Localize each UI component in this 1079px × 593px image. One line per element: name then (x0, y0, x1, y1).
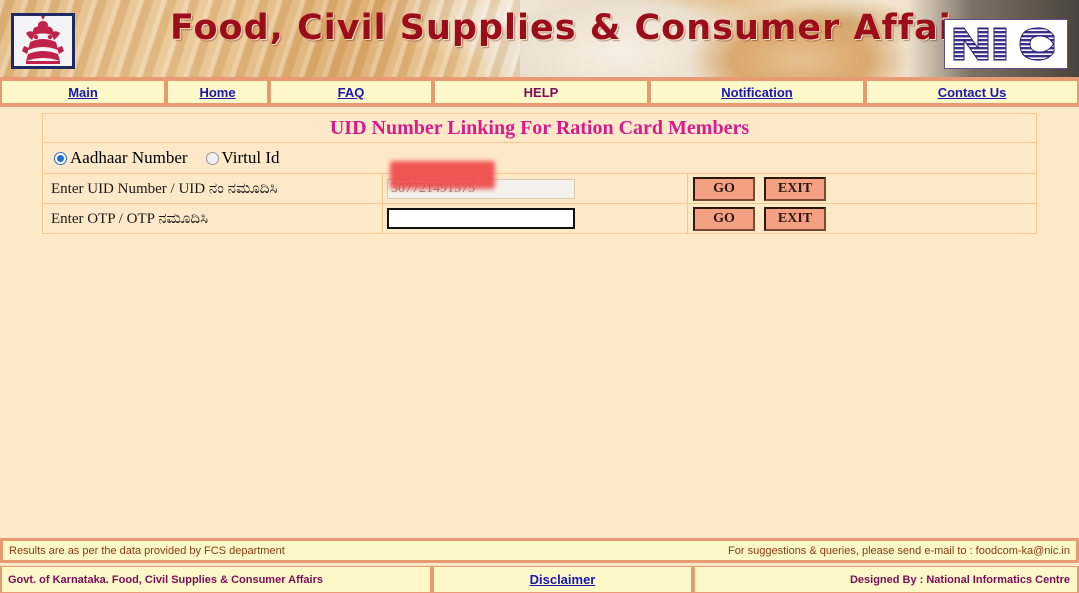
footer-designed-by: Designed By : National Informatics Centr… (693, 566, 1079, 593)
page-title: UID Number Linking For Ration Card Membe… (329, 116, 750, 139)
otp-input-cell (383, 204, 688, 233)
otp-go-button[interactable]: GO (693, 206, 755, 231)
footer-note-right: For suggestions & queries, please send e… (728, 544, 1070, 557)
footer-bar: Govt. of Karnataka. Food, Civil Supplies… (0, 566, 1079, 593)
nav-item-help[interactable]: HELP (433, 80, 649, 104)
main-navigation: Main Home FAQ HELP Notification Contact … (0, 80, 1079, 107)
footer-org-name: Govt. of Karnataka. Food, Civil Supplies… (0, 566, 432, 593)
otp-row: Enter OTP / OTP ನಮೂದಿಸಿ GO EXIT (43, 204, 1036, 233)
radio-label-virtual-id: Virtul Id (221, 148, 280, 167)
otp-input[interactable] (387, 208, 575, 229)
nav-item-main[interactable]: Main (0, 80, 166, 104)
nav-item-notification[interactable]: Notification (649, 80, 865, 104)
radio-option-virtual-id[interactable]: Virtul Id (205, 148, 280, 168)
nav-item-faq[interactable]: FAQ (269, 80, 433, 104)
radio-label-aadhaar: Aadhaar Number (70, 148, 188, 167)
footer-note-bar: Results are as per the data provided by … (0, 538, 1079, 563)
uid-number-row: Enter UID Number / UID ನಂ ನಮೂದಿಸಿ GO EXI… (43, 161, 1036, 204)
disclaimer-link[interactable]: Disclaimer (530, 572, 596, 587)
nav-item-home[interactable]: Home (166, 80, 269, 104)
main-content: UID Number Linking For Ration Card Membe… (0, 110, 1079, 538)
uid-go-button[interactable]: GO (693, 176, 755, 201)
footer-note-left: Results are as per the data provided by … (9, 544, 285, 557)
otp-exit-button[interactable]: EXIT (764, 206, 826, 231)
radio-aadhaar-icon[interactable] (54, 151, 67, 165)
panel-title-row: UID Number Linking For Ration Card Membe… (43, 114, 1036, 143)
footer-disclaimer-cell: Disclaimer (432, 566, 693, 593)
radio-virtual-id-icon[interactable] (205, 151, 219, 165)
uid-number-input[interactable] (387, 178, 575, 199)
id-type-radio-group: Aadhaar Number Virtul Id (43, 143, 1036, 174)
site-banner: Food, Civil Supplies & Consumer Affairs (0, 0, 1079, 80)
uid-linking-panel: UID Number Linking For Ration Card Membe… (42, 113, 1037, 234)
otp-label: Enter OTP / OTP ನಮೂದಿಸಿ (43, 204, 383, 233)
nic-logo-icon (945, 20, 1067, 68)
uid-number-label: Enter UID Number / UID ನಂ ನಮೂದಿಸಿ (43, 174, 383, 203)
otp-actions: GO EXIT (688, 204, 1036, 233)
karnataka-emblem-icon (11, 13, 75, 69)
radio-option-aadhaar-number[interactable]: Aadhaar Number (54, 148, 188, 168)
uid-exit-button[interactable]: EXIT (764, 176, 826, 201)
banner-title: Food, Civil Supplies & Consumer Affairs (170, 8, 992, 48)
uid-number-actions: GO EXIT (688, 174, 1036, 203)
uid-number-input-cell (383, 161, 688, 203)
nav-item-contact-us[interactable]: Contact Us (865, 80, 1079, 104)
